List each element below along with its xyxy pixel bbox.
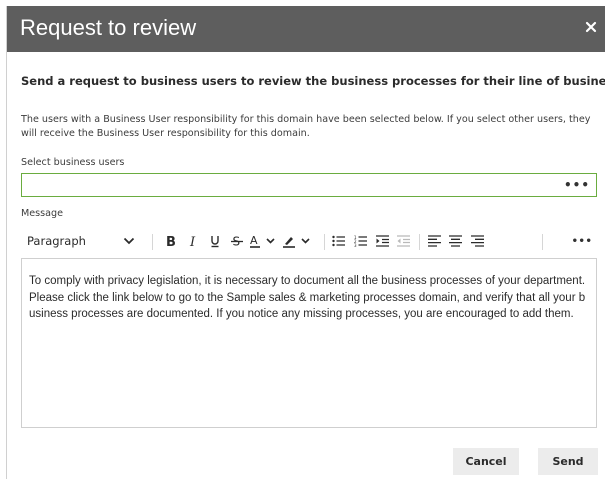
bold-icon[interactable]: B bbox=[161, 226, 181, 256]
select-users-label: Select business users bbox=[21, 157, 125, 168]
italic-icon[interactable]: I bbox=[184, 226, 204, 256]
underline-icon[interactable] bbox=[205, 226, 225, 256]
users-more-button[interactable]: ••• bbox=[564, 177, 590, 193]
align-center-icon[interactable] bbox=[446, 226, 466, 256]
request-review-dialog: Request to review Send a request to busi… bbox=[6, 6, 605, 479]
block-format-label: Paragraph bbox=[27, 234, 86, 248]
toolbar-separator bbox=[542, 234, 543, 250]
indent-icon[interactable] bbox=[373, 226, 393, 256]
text-color-icon[interactable]: A bbox=[249, 226, 279, 256]
strikethrough-icon[interactable]: S bbox=[227, 226, 247, 256]
dialog-title: Request to review bbox=[20, 15, 197, 40]
more-icon[interactable]: ••• bbox=[571, 226, 593, 256]
dialog-lead-text: Send a request to business users to revi… bbox=[21, 74, 605, 88]
select-users-input[interactable] bbox=[26, 177, 556, 193]
numbered-list-icon[interactable]: 123 bbox=[351, 226, 371, 256]
align-left-icon[interactable] bbox=[425, 226, 445, 256]
select-users-field[interactable]: ••• bbox=[21, 173, 597, 197]
chevron-down-icon bbox=[123, 236, 135, 246]
send-button[interactable]: Send bbox=[538, 448, 598, 475]
align-right-icon[interactable] bbox=[468, 226, 488, 256]
message-editor[interactable]: To comply with privacy legislation, it i… bbox=[21, 258, 597, 428]
toolbar-separator bbox=[419, 234, 420, 250]
message-body[interactable]: To comply with privacy legislation, it i… bbox=[29, 273, 591, 323]
svg-text:A: A bbox=[250, 234, 258, 247]
svg-text:3: 3 bbox=[354, 243, 357, 247]
dialog-info-text: The users with a Business User responsib… bbox=[21, 114, 591, 139]
bullet-list-icon[interactable] bbox=[329, 226, 349, 256]
svg-text:I: I bbox=[189, 235, 196, 248]
block-format-select[interactable]: Paragraph bbox=[27, 226, 139, 256]
close-icon[interactable] bbox=[584, 19, 598, 33]
highlight-color-icon[interactable] bbox=[281, 226, 315, 256]
dialog-titlebar: Request to review bbox=[7, 6, 605, 52]
cancel-button[interactable]: Cancel bbox=[453, 448, 519, 475]
toolbar-separator bbox=[152, 234, 153, 250]
toolbar-separator bbox=[324, 234, 325, 250]
message-label: Message bbox=[21, 208, 64, 219]
editor-toolbar: Paragraph B I S A 123 ••• bbox=[21, 226, 597, 256]
svg-text:B: B bbox=[166, 235, 176, 248]
outdent-icon[interactable] bbox=[394, 226, 414, 256]
